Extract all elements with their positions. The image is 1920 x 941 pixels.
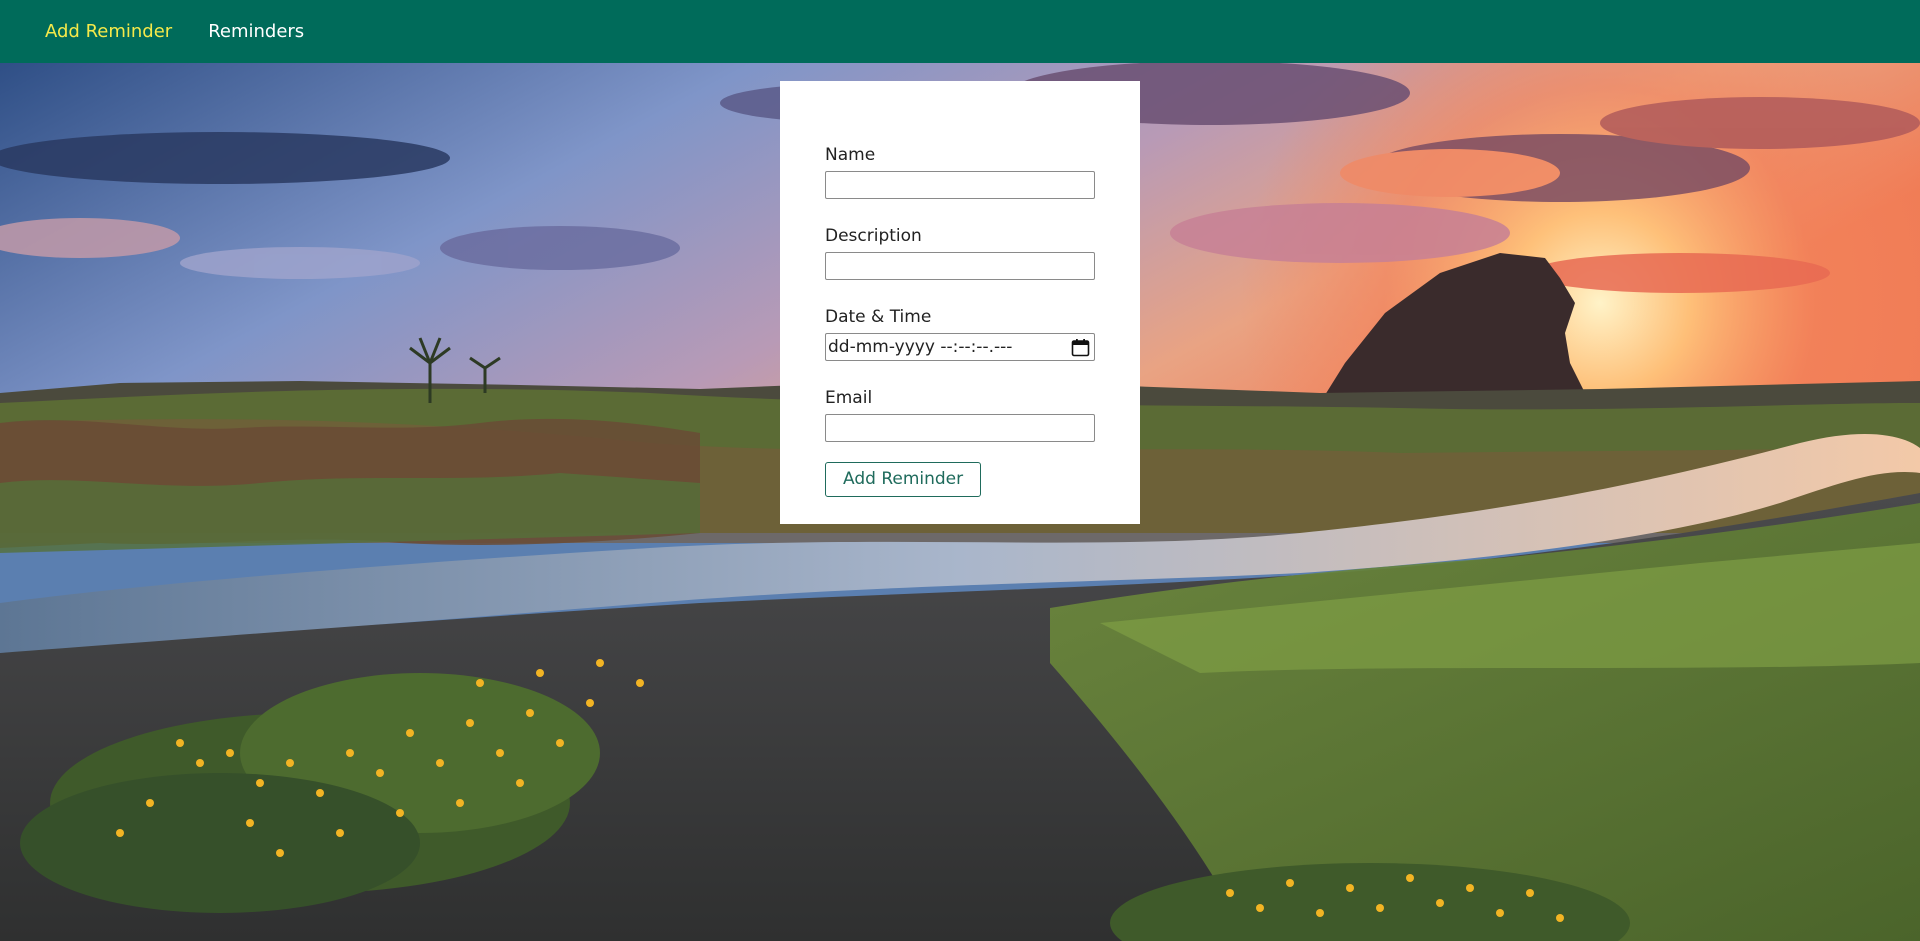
email-label: Email <box>825 388 873 408</box>
nav-reminders[interactable]: Reminders <box>208 21 304 42</box>
top-navbar: Add Reminder Reminders <box>0 0 1920 63</box>
email-input[interactable] <box>825 414 1095 442</box>
datetime-label: Date & Time <box>825 307 932 327</box>
name-input[interactable] <box>825 171 1095 199</box>
add-reminder-button[interactable]: Add Reminder <box>825 462 982 497</box>
name-label: Name <box>825 145 876 165</box>
add-reminder-form: Name Description Date & Time dd-mm-yyyy … <box>780 81 1140 524</box>
datetime-placeholder: dd-mm-yyyy --:--:--.--- <box>828 337 1013 357</box>
nav-add-reminder[interactable]: Add Reminder <box>45 21 172 42</box>
calendar-icon[interactable] <box>1071 338 1090 357</box>
description-label: Description <box>825 226 922 246</box>
datetime-input[interactable]: dd-mm-yyyy --:--:--.--- <box>825 333 1095 361</box>
description-input[interactable] <box>825 252 1095 280</box>
